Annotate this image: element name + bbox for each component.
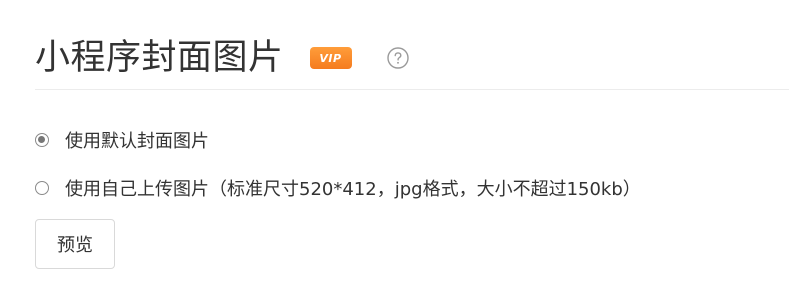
question-circle-icon[interactable] [386,46,410,70]
default-cover-label: 使用默认封面图片 [65,131,209,152]
upload-cover-label: 使用自己上传图片（标准尺寸520*412，jpg格式，大小不超过150kb） [65,179,641,200]
cover-option-group: 使用默认封面图片 使用自己上传图片（标准尺寸520*412，jpg格式，大小不超… [35,126,641,222]
page-header: 小程序封面图片 VIP [35,36,410,80]
vip-badge: VIP [309,47,352,69]
preview-button[interactable]: 预览 [35,219,115,269]
upload-cover-option[interactable]: 使用自己上传图片（标准尺寸520*412，jpg格式，大小不超过150kb） [35,174,641,202]
default-cover-option[interactable]: 使用默认封面图片 [35,126,641,154]
page-title: 小程序封面图片 [35,38,284,78]
default-cover-radio[interactable] [35,133,49,147]
upload-cover-radio[interactable] [35,181,49,195]
header-divider [35,89,789,90]
